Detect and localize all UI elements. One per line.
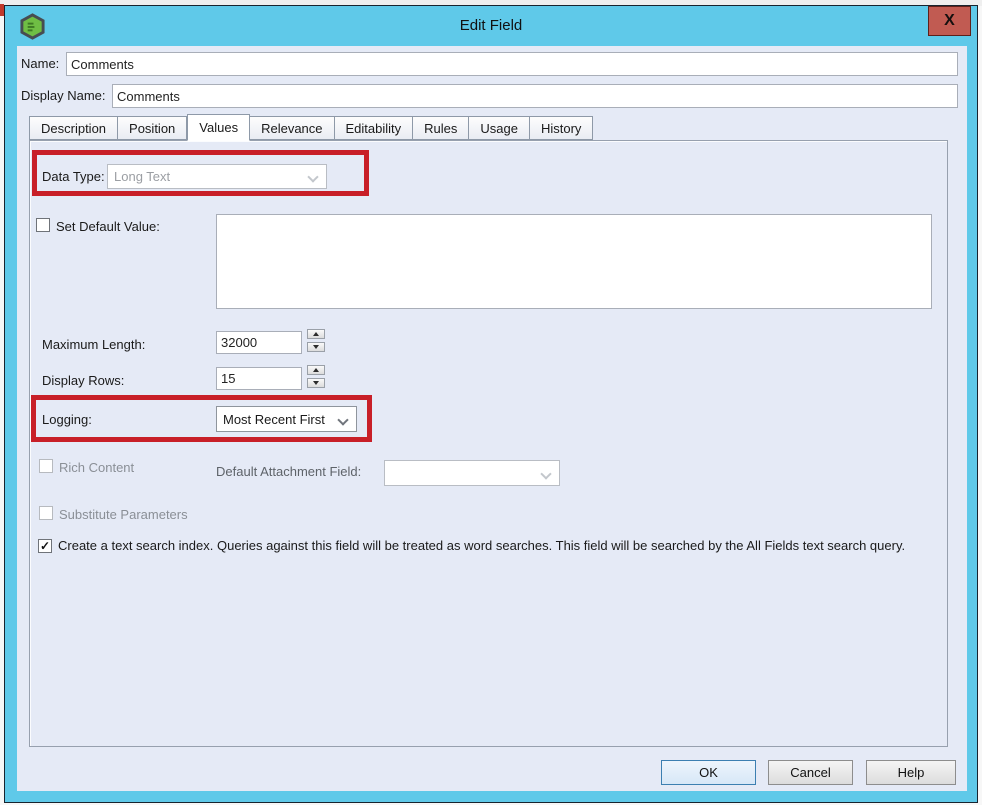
tab-rules[interactable]: Rules <box>413 116 469 140</box>
help-button[interactable]: Help <box>866 760 956 785</box>
default-attachment-field-dropdown <box>384 460 560 486</box>
display-rows-spinner <box>307 365 325 388</box>
spinner-down-button[interactable] <box>307 378 325 388</box>
rich-content-label: Rich Content <box>59 460 134 475</box>
tab-strip: Description Position Values Relevance Ed… <box>29 113 593 140</box>
search-index-label: Create a text search index. Queries agai… <box>58 537 930 554</box>
display-rows-label: Display Rows: <box>42 373 124 388</box>
maximum-length-spinner <box>307 329 325 352</box>
arrow-up-icon <box>313 368 319 372</box>
arrow-up-icon <box>313 332 319 336</box>
screen: Edit Field X Name: Display Name: Descrip… <box>0 0 982 805</box>
name-label: Name: <box>21 56 59 71</box>
arrow-down-icon <box>313 345 319 349</box>
maximum-length-label: Maximum Length: <box>42 337 145 352</box>
display-name-input[interactable] <box>112 84 958 108</box>
rich-content-checkbox <box>39 459 53 473</box>
spinner-up-button[interactable] <box>307 365 325 375</box>
spinner-up-button[interactable] <box>307 329 325 339</box>
tab-history[interactable]: History <box>530 116 593 140</box>
annotation-highlight-logging <box>31 395 372 442</box>
substitute-parameters-checkbox <box>39 506 53 520</box>
dialog-title: Edit Field <box>5 6 977 46</box>
display-rows-input[interactable] <box>216 367 302 390</box>
close-button[interactable]: X <box>928 6 971 36</box>
tab-editability[interactable]: Editability <box>335 116 414 140</box>
cancel-button[interactable]: Cancel <box>768 760 853 785</box>
tab-relevance[interactable]: Relevance <box>250 116 334 140</box>
tab-position[interactable]: Position <box>118 116 187 140</box>
tab-usage[interactable]: Usage <box>469 116 530 140</box>
values-tab-panel: Data Type: Long Text Set Default Value: … <box>29 140 948 747</box>
set-default-value-label: Set Default Value: <box>56 219 160 234</box>
spinner-down-button[interactable] <box>307 342 325 352</box>
edit-field-dialog: Edit Field X Name: Display Name: Descrip… <box>4 5 978 803</box>
dialog-body: Name: Display Name: Description Position… <box>17 46 967 791</box>
name-input[interactable] <box>66 52 958 76</box>
ok-button[interactable]: OK <box>661 760 756 785</box>
default-attachment-field-label: Default Attachment Field: <box>216 464 361 479</box>
display-name-label: Display Name: <box>21 88 106 103</box>
set-default-value-checkbox[interactable] <box>36 218 50 232</box>
tab-values[interactable]: Values <box>187 114 250 141</box>
title-bar[interactable]: Edit Field X <box>5 6 977 46</box>
arrow-down-icon <box>313 381 319 385</box>
tab-description[interactable]: Description <box>29 116 118 140</box>
substitute-parameters-label: Substitute Parameters <box>59 507 188 522</box>
default-value-textarea[interactable] <box>216 214 932 309</box>
annotation-highlight-data-type <box>32 150 369 196</box>
chevron-down-icon <box>540 468 551 479</box>
maximum-length-input[interactable] <box>216 331 302 354</box>
search-index-checkbox[interactable]: ✓ <box>38 539 52 553</box>
